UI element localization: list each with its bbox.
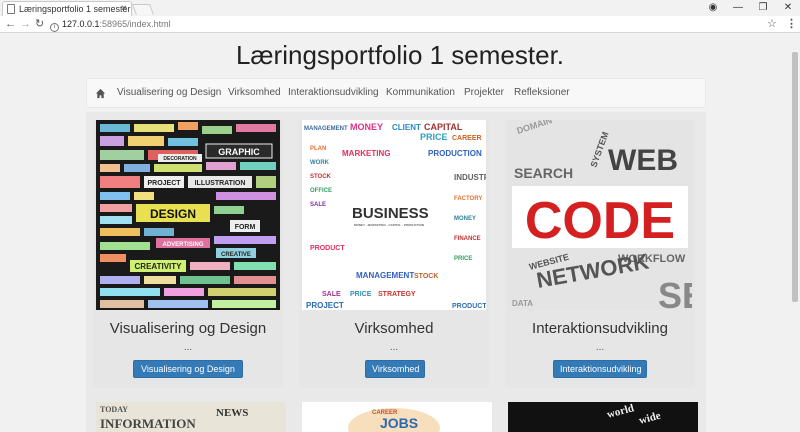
word-creativity: CREATIVITY — [135, 262, 183, 271]
card-virksomhed: MANAGEMENT MONEY CLIENT CAPITAL PRICE CA… — [299, 120, 489, 388]
word-client: CLIENT — [392, 123, 421, 132]
word-illustration: ILLUSTRATION — [195, 180, 246, 187]
info-icon[interactable]: i — [50, 23, 59, 32]
nav-item-refleksioner[interactable]: Refleksioner — [514, 79, 570, 107]
word-project: PROJECT — [147, 180, 181, 187]
word-news: NEWS — [216, 407, 248, 419]
card-excerpt: ... — [595, 342, 605, 353]
browser-toolbar: ← → ↻ i 127.0.0.1:58965/index.html ☆ ⋮ — [0, 16, 800, 33]
forward-icon[interactable]: → — [20, 17, 31, 32]
word-price: PRICE — [420, 132, 448, 142]
word-career: CAREER — [372, 410, 398, 416]
svg-text:MANAGEMENT: MANAGEMENT — [356, 271, 414, 280]
word-form: FORM — [235, 224, 256, 231]
word-money: MONEY — [350, 122, 383, 132]
word-project-2: PROJECT — [306, 301, 344, 310]
minimize-icon[interactable]: — — [727, 0, 749, 16]
virksomhed-button[interactable]: Virksomhed — [365, 360, 425, 378]
page-title: Læringsportfolio 1 semester. — [235, 40, 565, 70]
main-navbar: Visualisering og Design Virksomhed Inter… — [86, 78, 706, 108]
home-icon[interactable] — [95, 88, 106, 99]
card-interaktionsudvikling: DOMAIN WEB SEARCH SYSTEM CODE WORKFLOW N… — [505, 120, 695, 388]
word-advertising: ADVERTISING — [162, 242, 203, 248]
word-business: BUSINESS — [352, 205, 429, 222]
address-bar[interactable]: i 127.0.0.1:58965/index.html — [50, 18, 762, 32]
svg-text:MONEY: MONEY — [454, 216, 476, 222]
nav-item-projekter[interactable]: Projekter — [464, 79, 504, 107]
svg-text:MONEY · MARKETING · CAPITAL ·: MONEY · MARKETING · CAPITAL · PRODUCTION — [354, 223, 424, 227]
page-icon — [7, 4, 15, 14]
page-scrollbar[interactable] — [790, 34, 800, 432]
profile-icon[interactable]: ◉ — [702, 0, 724, 16]
svg-text:PLAN: PLAN — [310, 146, 326, 152]
word-code: CODE — [525, 192, 675, 250]
word-marketing: MARKETING — [342, 149, 390, 158]
card-image-jobs: JOBS CAREER — [302, 402, 492, 432]
tab-title: Læringsportfolio 1 semester — [19, 4, 131, 14]
tab-close-icon[interactable]: × — [121, 2, 127, 16]
card-image-world-wide: world wide — [508, 402, 698, 432]
scrollbar-thumb[interactable] — [792, 52, 798, 302]
svg-text:FINANCE: FINANCE — [454, 236, 481, 242]
card-title: Visualisering og Design — [109, 320, 267, 337]
nav-item-virksomhed[interactable]: Virksomhed — [228, 79, 281, 107]
word-today: TODAY — [100, 405, 128, 414]
svg-text:STOCK: STOCK — [414, 273, 438, 280]
nav-item-visualisering[interactable]: Visualisering og Design — [117, 79, 221, 107]
browser-titlebar: Læringsportfolio 1 semester × ◉ — ❐ ✕ — [0, 0, 800, 16]
word-web: WEB — [608, 144, 678, 177]
svg-text:STOCK: STOCK — [310, 174, 332, 180]
card-title: Interaktionsudvikling — [532, 320, 668, 337]
svg-text:PRODUCTION: PRODUCTION — [452, 303, 486, 310]
word-graphic: GRAPHIC — [218, 147, 260, 157]
card-excerpt: ... — [183, 342, 193, 353]
interaktionsudvikling-button[interactable]: Interaktionsudvikling — [553, 360, 647, 378]
word-world: world — [606, 402, 636, 421]
svg-text:WORK: WORK — [310, 160, 330, 166]
browser-menu-icon[interactable]: ⋮ — [786, 17, 797, 30]
back-icon[interactable]: ← — [5, 17, 16, 32]
svg-text:FACTORY: FACTORY — [454, 196, 482, 202]
svg-text:CAREER: CAREER — [452, 135, 482, 142]
maximize-icon[interactable]: ❐ — [752, 0, 774, 16]
close-window-icon[interactable]: ✕ — [777, 0, 799, 16]
word-jobs: JOBS — [380, 415, 418, 431]
code-word-cloud-image: DOMAIN WEB SEARCH SYSTEM CODE WORKFLOW N… — [508, 120, 692, 310]
url-path: :58965/index.html — [99, 19, 171, 29]
word-creative: CREATIVE — [221, 252, 251, 258]
card-visualisering: GRAPHIC PROJECT ILLUSTRATION DESIGN FORM — [93, 120, 283, 388]
card-image-information: TODAY INFORMATION NEWS — [96, 402, 286, 432]
svg-text:PRICE: PRICE — [350, 291, 372, 298]
svg-text:OFFICE: OFFICE — [310, 188, 332, 194]
visualisering-button[interactable]: Visualisering og Design — [133, 360, 243, 378]
card-title: Virksomhed — [354, 320, 434, 337]
word-decoration: DECORATION — [163, 156, 197, 162]
word-capital: CAPITAL — [424, 122, 463, 132]
nav-item-interaktionsudvikling[interactable]: Interaktionsudvikling — [288, 79, 379, 107]
url-host: 127.0.0.1 — [62, 19, 100, 29]
word-management: MANAGEMENT — [304, 126, 348, 132]
svg-text:SALE: SALE — [310, 202, 326, 208]
nav-item-kommunikation[interactable]: Kommunikation — [386, 79, 455, 107]
browser-tab[interactable]: Læringsportfolio 1 semester × — [2, 1, 132, 16]
svg-text:SALE: SALE — [322, 291, 341, 298]
word-search: SEARCH — [514, 165, 573, 181]
bookmark-star-icon[interactable]: ☆ — [767, 17, 777, 30]
reload-icon[interactable]: ↻ — [35, 17, 44, 32]
business-word-cloud-image: MANAGEMENT MONEY CLIENT CAPITAL PRICE CA… — [302, 120, 486, 310]
svg-text:STRATEGY: STRATEGY — [378, 291, 416, 298]
word-industry: INDUSTRY — [454, 173, 486, 182]
word-design: DESIGN — [150, 207, 196, 221]
svg-text:SE: SE — [658, 275, 692, 310]
card-excerpt: ... — [389, 342, 399, 353]
word-wide: wide — [638, 410, 662, 427]
svg-text:DATA: DATA — [512, 299, 533, 308]
word-information: INFORMATION — [100, 416, 196, 431]
word-domain: DOMAIN — [516, 120, 554, 136]
new-tab-button[interactable] — [131, 4, 155, 15]
svg-text:PRODUCT: PRODUCT — [310, 245, 345, 252]
word-production: PRODUCTION — [428, 149, 482, 158]
design-word-cloud-image: GRAPHIC PROJECT ILLUSTRATION DESIGN FORM — [96, 120, 280, 310]
svg-text:PRICE: PRICE — [454, 256, 472, 262]
